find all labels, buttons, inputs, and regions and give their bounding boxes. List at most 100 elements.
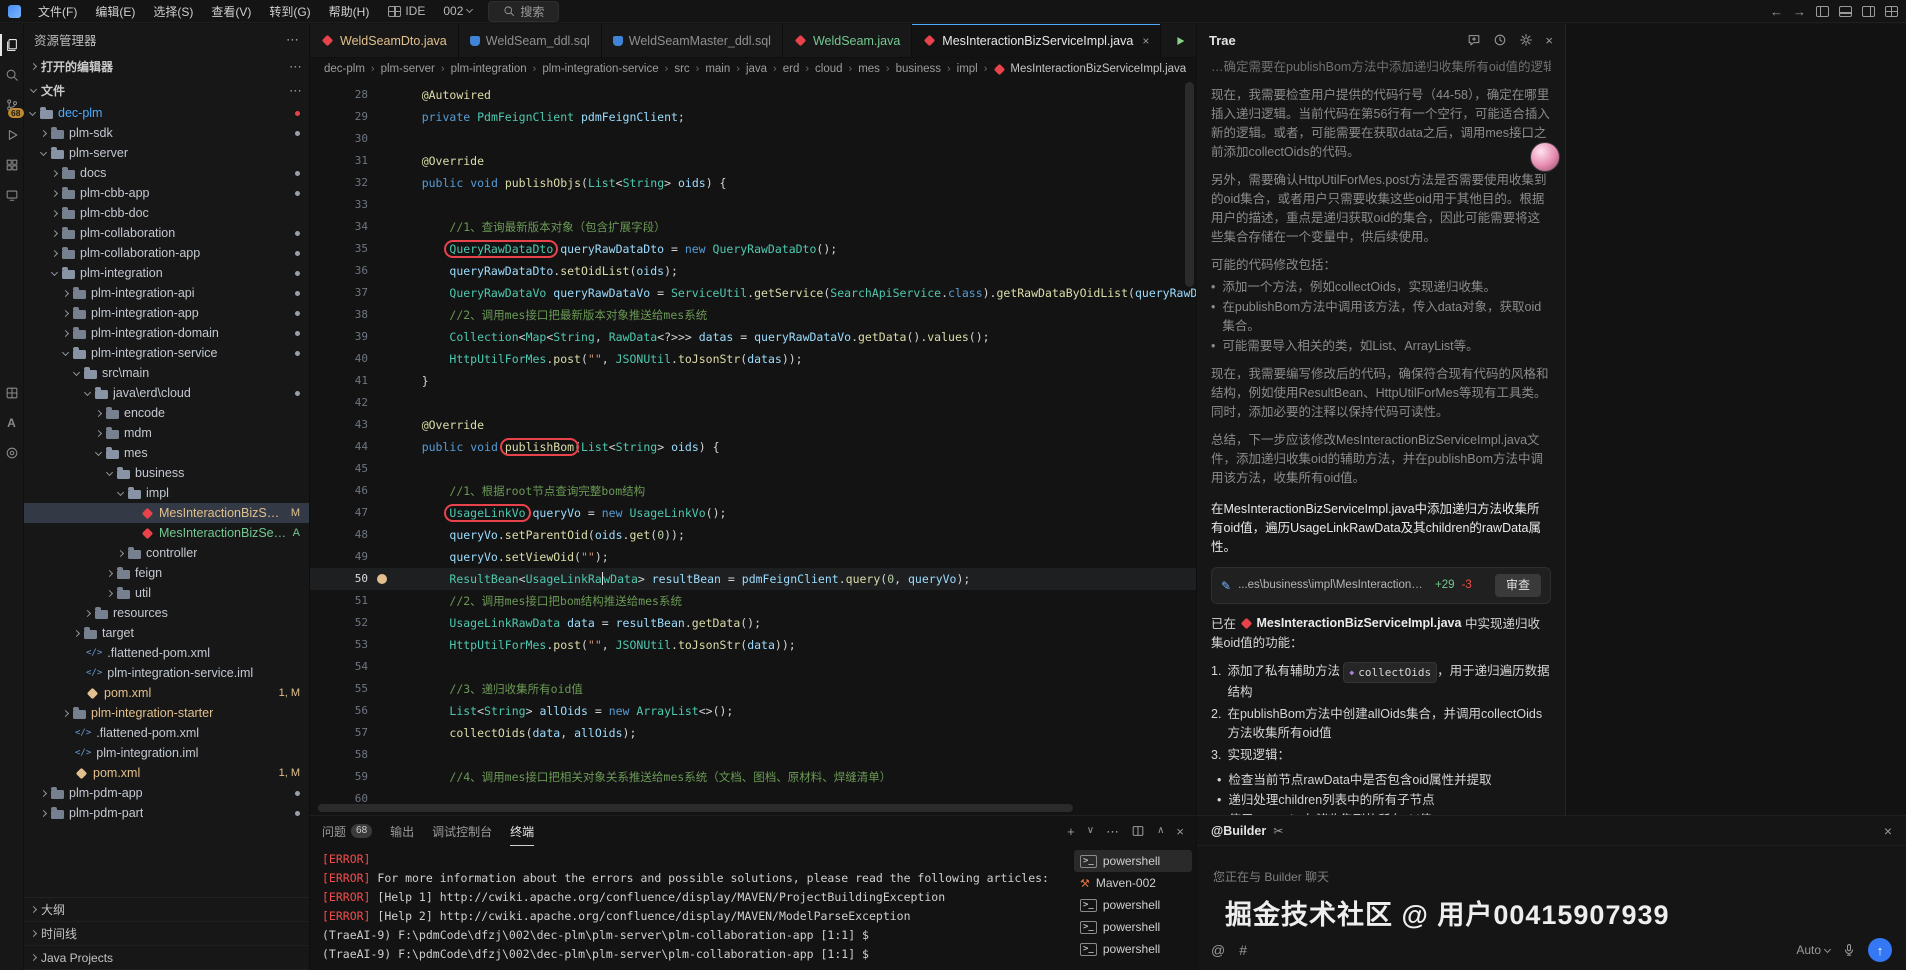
inline-code-chip[interactable]: ◆collectOids <box>1343 662 1437 683</box>
tree-item-plm-integration-service[interactable]: plm-integration-service <box>24 343 309 363</box>
code-line-49[interactable]: 49 queryVo.setViewOid(""); <box>310 546 1196 568</box>
activitybar-target[interactable] <box>0 438 24 468</box>
code-line-56[interactable]: 56 List<String> allOids = new ArrayList<… <box>310 700 1196 722</box>
code-line-34[interactable]: 34 //1、查询最新版本对象（包含扩展字段） <box>310 216 1196 238</box>
tree-item-plm-integration-service-iml[interactable]: </>plm-integration-service.iml <box>24 663 309 683</box>
code-line-51[interactable]: 51 //2、调用mes接口把bom结构推送给mes系统 <box>310 590 1196 612</box>
code-line-53[interactable]: 53 HttpUtilForMes.post("", JSONUtil.toJs… <box>310 634 1196 656</box>
activitybar-grid[interactable] <box>0 378 24 408</box>
tree-item-plm-integration-api[interactable]: plm-integration-api <box>24 283 309 303</box>
code-line-58[interactable]: 58 <box>310 744 1196 766</box>
close-icon[interactable]: × <box>1545 34 1553 47</box>
tab-weldseamdto-java[interactable]: WeldSeamDto.java <box>310 24 459 57</box>
breadcrumb-item-business[interactable]: business <box>896 63 941 75</box>
terminal-instance-maven-002[interactable]: ⚒Maven-002 <box>1074 872 1192 894</box>
menu-帮助-h[interactable]: 帮助(H) <box>320 1 379 22</box>
hash-icon[interactable]: # <box>1239 943 1247 957</box>
breadcrumb-item-plm-server[interactable]: plm-server <box>381 63 435 75</box>
code-line-28[interactable]: 28 @Autowired <box>310 84 1196 106</box>
auto-mode-selector[interactable]: Auto <box>1796 943 1830 957</box>
history-icon[interactable] <box>1493 33 1507 47</box>
tree-item-mdm[interactable]: mdm <box>24 423 309 443</box>
code-line-30[interactable]: 30 <box>310 128 1196 150</box>
breadcrumb[interactable]: dec-plm›plm-server›plm-integration›plm-i… <box>310 58 1196 80</box>
activitybar-search[interactable] <box>0 60 24 90</box>
code-line-44[interactable]: 44 public void publishBom(List<String> o… <box>310 436 1196 458</box>
code-line-48[interactable]: 48 queryVo.setParentOid(oids.get(0)); <box>310 524 1196 546</box>
kebab-icon[interactable]: ⋯ <box>1106 825 1119 838</box>
tree-item-plm-pdm-app[interactable]: plm-pdm-app <box>24 783 309 803</box>
tree-item-docs[interactable]: docs <box>24 163 309 183</box>
menu-编辑-e[interactable]: 编辑(E) <box>86 1 144 22</box>
new-chat-icon[interactable] <box>1467 33 1481 47</box>
code-line-35[interactable]: 35 QueryRawDataDto queryRawDataDto = new… <box>310 238 1196 260</box>
code-line-41[interactable]: 41 } <box>310 370 1196 392</box>
file-change-card[interactable]: ✎ ...es\business\impl\MesInteractionBizS… <box>1211 567 1551 604</box>
code-line-31[interactable]: 31 @Override <box>310 150 1196 172</box>
split-editor-icon[interactable] <box>1131 824 1145 838</box>
code-line-33[interactable]: 33 <box>310 194 1196 216</box>
sidebar-more-icon[interactable]: ⋯ <box>286 33 299 46</box>
breadcrumb-item-main[interactable]: main <box>705 63 730 75</box>
code-line-59[interactable]: 59 //4、调用mes接口把相关对象关系推送给mes系统（文档、图档、原材料、… <box>310 766 1196 788</box>
code-line-57[interactable]: 57 collectOids(data, allOids); <box>310 722 1196 744</box>
tree-item-resources[interactable]: resources <box>24 603 309 623</box>
menu-查看-v[interactable]: 查看(V) <box>202 1 260 22</box>
tree-item-plm-integration-domain[interactable]: plm-integration-domain <box>24 323 309 343</box>
tree-item-util[interactable]: util <box>24 583 309 603</box>
breadcrumb-item-dec-plm[interactable]: dec-plm <box>324 63 365 75</box>
code-line-52[interactable]: 52 UsageLinkRawData data = resultBean.ge… <box>310 612 1196 634</box>
terminal-instance-powershell[interactable]: >_powershell <box>1074 894 1192 916</box>
tree-item-pom-xml[interactable]: pom.xml1, M <box>24 763 309 783</box>
tree-item-plm-pdm-part[interactable]: plm-pdm-part <box>24 803 309 823</box>
tab-weldseam-ddl-sql[interactable]: WeldSeam_ddl.sql <box>459 24 602 57</box>
code-line-40[interactable]: 40 HttpUtilForMes.post("", JSONUtil.toJs… <box>310 348 1196 370</box>
panel-tab-终端[interactable]: 终端 <box>510 816 534 846</box>
tree-item-controller[interactable]: controller <box>24 543 309 563</box>
tree-item-business[interactable]: business <box>24 463 309 483</box>
code-line-32[interactable]: 32 public void publishObjs(List<String> … <box>310 172 1196 194</box>
mic-icon[interactable] <box>1842 943 1856 957</box>
code-line-45[interactable]: 45 <box>310 458 1196 480</box>
code-editor[interactable]: 28 @Autowired29 private PdmFeignClient p… <box>310 80 1196 815</box>
code-line-39[interactable]: 39 Collection<Map<String, RawData<?>>> d… <box>310 326 1196 348</box>
review-button[interactable]: 审查 <box>1495 574 1541 597</box>
menu-转到-g[interactable]: 转到(G) <box>260 1 319 22</box>
panel-tab-问题[interactable]: 问题68 <box>322 816 372 846</box>
terminal-output[interactable]: [ERROR][ERROR] For more information abou… <box>310 846 1074 970</box>
toggle-panel-icon[interactable] <box>1839 6 1852 17</box>
activitybar-extensions[interactable] <box>0 150 24 180</box>
send-button[interactable]: ↑ <box>1868 938 1892 962</box>
open-editors-actions-icon[interactable]: ⋯ <box>289 60 302 73</box>
tab-mesinteractionbizserviceimpl-java[interactable]: MesInteractionBizServiceImpl.java× <box>912 24 1161 57</box>
workspace-selector[interactable]: 002 <box>435 2 480 20</box>
close-tab-icon[interactable]: × <box>1142 35 1149 47</box>
code-line-36[interactable]: 36 queryRawDataDto.setOidList(oids); <box>310 260 1196 282</box>
breadcrumb-item-java[interactable]: java <box>746 63 767 75</box>
forward-icon[interactable]: → <box>1793 5 1806 18</box>
back-icon[interactable]: ← <box>1770 5 1783 18</box>
plus-icon[interactable]: + <box>1067 825 1075 838</box>
scissors-icon[interactable]: ✂ <box>1273 825 1283 837</box>
breadcrumb-file[interactable]: MesInteractionBizServiceImpl.java <box>993 63 1186 75</box>
files-section-header[interactable]: 文件 ⋯ <box>24 78 309 102</box>
tree-item-plm-integration-app[interactable]: plm-integration-app <box>24 303 309 323</box>
close-icon[interactable]: × <box>1176 825 1184 838</box>
toggle-secondary-sidebar-icon[interactable] <box>1862 6 1875 17</box>
code-line-46[interactable]: 46 //1、根据root节点查询完整bom结构 <box>310 480 1196 502</box>
sidebar-section-时间线[interactable]: 时间线 <box>24 922 309 946</box>
breadcrumb-item-mes[interactable]: mes <box>858 63 880 75</box>
tree-item-plm-cbb-app[interactable]: plm-cbb-app <box>24 183 309 203</box>
run-icon[interactable] <box>1173 34 1187 48</box>
code-line-50[interactable]: 50 ResultBean<UsageLinkRawData> resultBe… <box>310 568 1196 590</box>
code-line-55[interactable]: 55 //3、递归收集所有oid值 <box>310 678 1196 700</box>
toggle-sidebar-icon[interactable] <box>1816 6 1829 17</box>
assistant-avatar[interactable] <box>1530 142 1560 172</box>
activitybar-source-control[interactable]: 68 <box>0 90 24 120</box>
breadcrumb-item-erd[interactable]: erd <box>783 63 800 75</box>
tree-item-java-erd-cloud[interactable]: java\erd\cloud <box>24 383 309 403</box>
settings-icon[interactable] <box>1519 33 1533 47</box>
tree-item-target[interactable]: target <box>24 623 309 643</box>
tree-item-flattened-pom-xml[interactable]: </>.flattened-pom.xml <box>24 643 309 663</box>
tree-item-plm-integration[interactable]: plm-integration <box>24 263 309 283</box>
